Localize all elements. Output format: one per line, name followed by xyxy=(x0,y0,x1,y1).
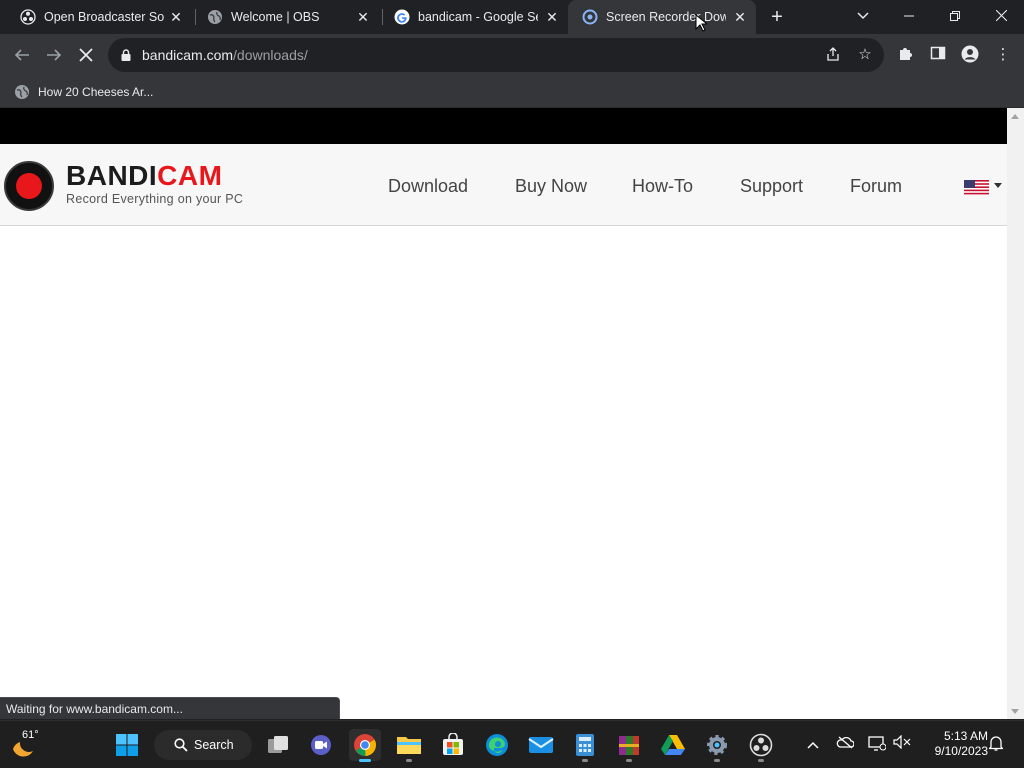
active-indicator xyxy=(359,759,371,762)
show-hidden-icons-chevron-icon[interactable] xyxy=(803,735,823,755)
back-arrow-icon[interactable] xyxy=(10,43,34,67)
globe-icon xyxy=(15,85,29,99)
tab-welcome-obs[interactable]: Welcome | OBS ✕ xyxy=(187,0,379,34)
share-icon[interactable] xyxy=(824,46,842,64)
bookmark-item[interactable]: How 20 Cheeses Ar... xyxy=(14,82,153,102)
stop-loading-icon[interactable] xyxy=(74,43,98,67)
running-indicator xyxy=(626,759,632,762)
top-black-bar xyxy=(0,108,1007,144)
mouse-cursor-icon xyxy=(695,14,707,32)
teams-chat-icon[interactable] xyxy=(305,729,337,761)
globe-icon xyxy=(207,9,223,25)
running-indicator xyxy=(406,759,412,762)
search-label: Search xyxy=(194,738,234,752)
url-text: bandicam.com/downloads/ xyxy=(142,47,308,63)
nav-support[interactable]: Support xyxy=(740,176,803,197)
brand-part1: BANDI xyxy=(66,160,158,191)
tab-obs[interactable]: Open Broadcaster Software ✕ xyxy=(0,0,192,34)
winrar-icon[interactable] xyxy=(613,729,645,762)
site-header: BANDICAM Record Everything on your PC Do… xyxy=(0,144,1007,226)
tab-google-search[interactable]: bandicam - Google Search ✕ xyxy=(374,0,568,34)
bookmarks-bar: How 20 Cheeses Ar... xyxy=(0,76,1024,108)
running-indicator xyxy=(582,759,588,762)
brand-logo[interactable]: BANDICAM xyxy=(66,160,222,192)
clock-time: 5:13 AM xyxy=(943,729,988,743)
status-bubble: Waiting for www.bandicam.com... xyxy=(0,697,340,719)
taskbar: 61° Search 5:13 AM 9/10/2023 xyxy=(0,720,1024,768)
google-drive-icon[interactable] xyxy=(657,729,689,761)
scroll-up-icon[interactable] xyxy=(1011,114,1019,119)
start-windows-icon[interactable] xyxy=(111,729,143,761)
close-window-icon[interactable] xyxy=(978,0,1024,34)
notification-bell-icon[interactable] xyxy=(986,735,1006,755)
brand-part2: CAM xyxy=(157,160,223,191)
bookmark-star-icon[interactable]: ☆ xyxy=(856,46,874,64)
tab-title: Welcome | OBS xyxy=(231,10,320,24)
bandicam-icon xyxy=(582,9,598,25)
clock-date: 9/10/2023 xyxy=(934,744,988,758)
url-host: bandicam.com xyxy=(142,47,234,63)
side-panel-icon[interactable] xyxy=(928,45,948,65)
close-tab-icon[interactable]: ✕ xyxy=(544,9,560,25)
file-explorer-icon[interactable] xyxy=(393,729,425,762)
chrome-icon[interactable] xyxy=(349,729,381,762)
edge-icon[interactable] xyxy=(481,729,513,761)
forward-arrow-icon[interactable] xyxy=(42,43,66,67)
search-icon xyxy=(174,738,188,752)
tab-strip: Open Broadcaster Software ✕ Welcome | OB… xyxy=(0,0,1024,34)
mail-icon[interactable] xyxy=(525,729,557,761)
bandicam-logo-icon[interactable] xyxy=(4,161,54,211)
settings-gear-icon[interactable] xyxy=(701,729,733,762)
network-display-icon[interactable] xyxy=(867,735,887,755)
close-tab-icon[interactable]: ✕ xyxy=(168,9,184,25)
obs-icon xyxy=(20,9,36,25)
onedrive-cloud-icon[interactable] xyxy=(835,735,855,755)
bookmark-label: How 20 Cheeses Ar... xyxy=(38,85,154,99)
nav-buy-now[interactable]: Buy Now xyxy=(515,176,587,197)
browser-toolbar: bandicam.com/downloads/ ☆ ⋮ xyxy=(0,34,1024,76)
tab-title: Open Broadcaster Software xyxy=(44,10,164,24)
nav-forum[interactable]: Forum xyxy=(850,176,902,197)
extensions-puzzle-icon[interactable] xyxy=(896,45,916,65)
lock-icon xyxy=(121,49,131,61)
tab-title: bandicam - Google Search xyxy=(418,10,538,24)
us-flag-icon[interactable] xyxy=(964,180,989,195)
running-indicator xyxy=(758,759,764,762)
obs-taskbar-icon[interactable] xyxy=(745,729,777,762)
microsoft-store-icon[interactable] xyxy=(437,729,469,761)
taskbar-search[interactable]: Search xyxy=(154,730,252,760)
menu-kebab-icon[interactable]: ⋮ xyxy=(993,45,1013,65)
page-scrollbar[interactable] xyxy=(1007,108,1024,719)
close-tab-icon[interactable]: ✕ xyxy=(732,9,748,25)
scroll-down-icon[interactable] xyxy=(1011,709,1019,714)
minimize-icon[interactable] xyxy=(886,0,932,34)
profile-avatar-icon[interactable] xyxy=(960,45,980,65)
address-bar[interactable]: bandicam.com/downloads/ ☆ xyxy=(108,38,884,72)
brand-tagline: Record Everything on your PC xyxy=(66,192,244,206)
screen: Open Broadcaster Software ✕ Welcome | OB… xyxy=(0,0,1024,768)
weather-temp: 61° xyxy=(22,729,39,741)
calculator-icon[interactable] xyxy=(569,729,601,762)
url-path: /downloads/ xyxy=(233,47,308,63)
close-tab-icon[interactable]: ✕ xyxy=(355,9,371,25)
language-caret-icon[interactable] xyxy=(994,183,1002,188)
volume-muted-icon[interactable] xyxy=(892,734,912,755)
google-icon xyxy=(394,9,410,25)
tab-title: Screen Recorder Download xyxy=(606,10,726,24)
nav-how-to[interactable]: How-To xyxy=(632,176,693,197)
system-clock[interactable]: 5:13 AM 9/10/2023 xyxy=(918,729,988,759)
new-tab-button[interactable]: + xyxy=(765,6,789,28)
tab-screen-recorder[interactable]: Screen Recorder Download ✕ xyxy=(568,0,756,34)
weather-widget[interactable]: 61° xyxy=(8,727,44,763)
nav-download[interactable]: Download xyxy=(388,176,468,197)
running-indicator xyxy=(714,759,720,762)
page-viewport: BANDICAM Record Everything on your PC Do… xyxy=(0,108,1024,719)
task-view-icon[interactable] xyxy=(262,729,294,761)
restore-icon[interactable] xyxy=(932,0,978,34)
tab-search-chevron-icon[interactable] xyxy=(840,0,886,34)
